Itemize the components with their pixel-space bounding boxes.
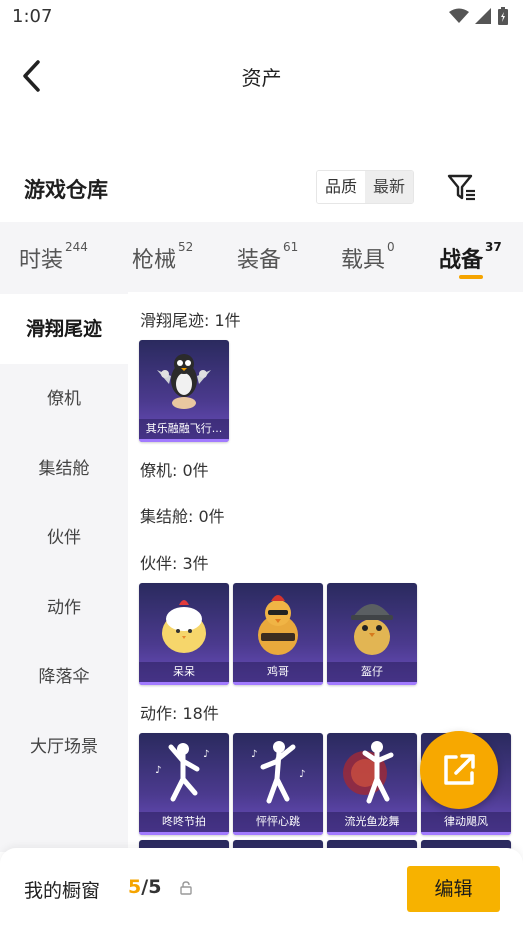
sidebar-item-rally-pod[interactable]: 集结舱 (0, 434, 128, 504)
tab-guns[interactable]: 枪械52 (132, 240, 193, 274)
sidebar-item-lobby-scene[interactable]: 大厅场景 (0, 712, 128, 782)
sidebar-item-parachute[interactable]: 降落伞 (0, 642, 128, 712)
sort-newest-option[interactable]: 最新 (365, 171, 414, 203)
item-card-label: 流光鱼龙舞 (327, 812, 417, 832)
showcase-bar: 我的橱窗 5/5 编辑 (0, 848, 523, 930)
tab-equipment[interactable]: 装备61 (237, 240, 298, 274)
warehouse-title: 游戏仓库 (24, 178, 108, 202)
dance-emote-image: ♪ ♪ (155, 743, 209, 802)
item-card[interactable]: 鸡哥 (233, 583, 323, 685)
filter-icon (447, 174, 475, 201)
sidebar-item-companion[interactable]: 伙伴 (0, 503, 128, 573)
section-title-rally-pod: 集结舱: 0件 (140, 507, 225, 526)
helmet-chick-companion-image (351, 604, 393, 655)
showcase-count: 5/5 (128, 876, 162, 898)
svg-text:♪: ♪ (203, 749, 209, 760)
section-title-wingman: 僚机: 0件 (140, 461, 209, 480)
svg-text:♪: ♪ (299, 769, 305, 780)
status-time: 1:07 (12, 6, 53, 27)
tab-vehicles[interactable]: 载具0 (341, 240, 395, 274)
penguin-glider-image (157, 354, 211, 409)
sidebar: 滑翔尾迹 僚机 集结舱 伙伴 动作 降落伞 大厅场景 (0, 292, 128, 852)
sort-toggle: 品质 最新 (316, 170, 415, 204)
dance-emote-image: ♪ ♪ (251, 741, 305, 804)
showcase-label: 我的橱窗 (24, 880, 101, 902)
chick-companion-image (162, 600, 206, 653)
item-card[interactable]: 盔仔 (327, 583, 417, 685)
sidebar-item-wingman[interactable]: 僚机 (0, 364, 128, 434)
item-card-label: 律动飓风 (421, 812, 511, 832)
item-card[interactable]: ♪ ♪ 咚咚节拍 (139, 733, 229, 835)
rooster-companion-image (258, 595, 298, 655)
wifi-icon (449, 8, 469, 23)
item-card[interactable]: 其乐融融飞行... (139, 340, 229, 442)
item-card-label: 盔仔 (327, 662, 417, 682)
category-tabs: 时装244 枪械52 装备61 载具0 战备37 (0, 222, 523, 292)
signal-icon (475, 8, 491, 24)
sidebar-item-glide-trail[interactable]: 滑翔尾迹 (0, 294, 128, 364)
share-external-icon (444, 754, 475, 785)
active-tab-indicator (459, 275, 483, 279)
item-card[interactable]: 呆呆 (139, 583, 229, 685)
item-card-label: 怦怦心跳 (233, 812, 323, 832)
tab-fashion[interactable]: 时装244 (19, 240, 88, 274)
lock-icon (180, 881, 192, 895)
sort-quality-option[interactable]: 品质 (317, 171, 366, 203)
filter-button[interactable] (446, 171, 478, 203)
section-title-emote: 动作: 18件 (140, 704, 219, 723)
svg-text:♪: ♪ (155, 765, 161, 776)
edit-button[interactable]: 编辑 (407, 866, 500, 912)
svg-text:♪: ♪ (251, 749, 257, 760)
item-card-label: 鸡哥 (233, 662, 323, 682)
item-card-label: 其乐融融飞行... (139, 419, 229, 439)
status-bar: 1:07 (0, 0, 523, 36)
item-card[interactable]: 流光鱼龙舞 (327, 733, 417, 835)
dragon-dance-emote-image (343, 741, 394, 804)
item-card-label: 呆呆 (139, 662, 229, 682)
page-title: 资产 (241, 66, 282, 90)
share-fab-button[interactable] (420, 731, 498, 809)
section-title-companion: 伙伴: 3件 (140, 554, 209, 573)
item-card-label: 咚咚节拍 (139, 812, 229, 832)
tab-battle-prep[interactable]: 战备37 (439, 240, 502, 274)
sidebar-item-emote[interactable]: 动作 (0, 573, 128, 643)
app-header: 资产 (0, 50, 523, 100)
battery-icon (498, 7, 508, 25)
item-card[interactable]: ♪ ♪ 怦怦心跳 (233, 733, 323, 835)
section-title-glide-trail: 滑翔尾迹: 1件 (140, 311, 241, 330)
status-icons (449, 7, 509, 25)
